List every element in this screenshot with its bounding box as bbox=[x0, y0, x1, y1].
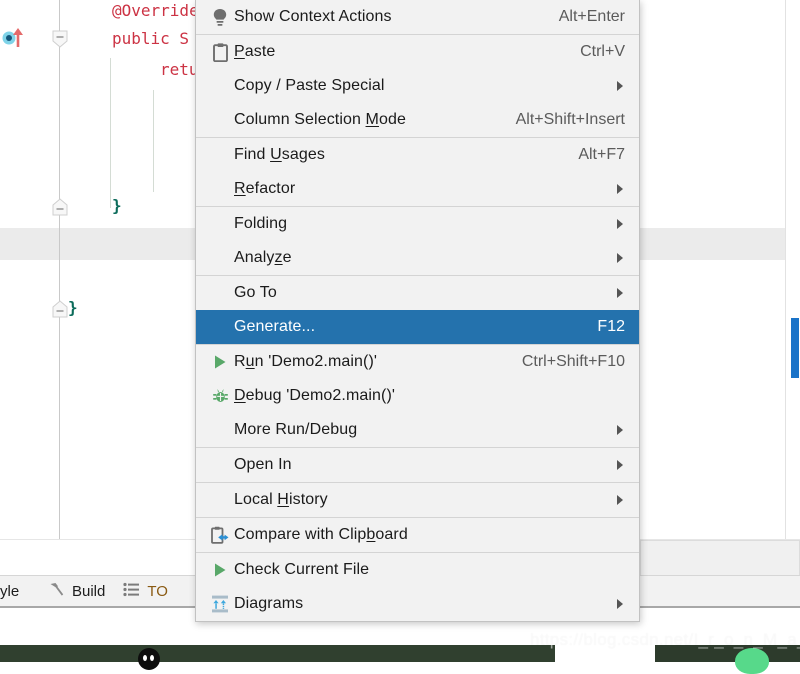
menu-item-run-demo2-main[interactable]: Run 'Demo2.main()' Ctrl+Shift+F10 bbox=[196, 345, 639, 379]
right-panel-strip bbox=[640, 540, 800, 576]
hammer-icon bbox=[48, 581, 65, 602]
menu-item-label: Paste bbox=[234, 43, 276, 60]
indent-guide bbox=[110, 58, 111, 208]
menu-item-analyze[interactable]: Analyze bbox=[196, 241, 639, 275]
tool-window-button-style[interactable]: yle bbox=[0, 576, 39, 606]
menu-item-compare-with-clipboard[interactable]: Compare with Clipboard bbox=[196, 518, 639, 552]
menu-item-paste[interactable]: Paste Ctrl+V bbox=[196, 35, 639, 69]
menu-item-shortcut: Alt+F7 bbox=[578, 146, 625, 163]
menu-item-label: Go To bbox=[234, 284, 277, 301]
menu-item-local-history[interactable]: Local History bbox=[196, 483, 639, 517]
menu-item-shortcut: Alt+Shift+Insert bbox=[515, 111, 625, 128]
code-line: } bbox=[68, 298, 78, 317]
console-output-area[interactable] bbox=[0, 645, 555, 662]
fold-handle-class-end[interactable] bbox=[52, 300, 68, 318]
ide-window: @Override public S retu } } yle Build TO… bbox=[0, 0, 800, 674]
menu-item-label: Folding bbox=[234, 215, 288, 232]
diagrams-icon bbox=[206, 593, 234, 615]
submenu-arrow-icon bbox=[615, 184, 625, 194]
menu-item-label: Diagrams bbox=[234, 595, 304, 612]
menu-item-find-usages[interactable]: Find Usages Alt+F7 bbox=[196, 138, 639, 172]
menu-item-refactor[interactable]: Refactor bbox=[196, 172, 639, 206]
submenu-arrow-icon bbox=[615, 219, 625, 229]
no-icon bbox=[206, 419, 234, 441]
fold-handle-end[interactable] bbox=[52, 198, 68, 216]
lightbulb-icon bbox=[206, 6, 234, 28]
menu-item-shortcut: Ctrl+V bbox=[580, 43, 625, 60]
no-icon bbox=[206, 454, 234, 476]
menu-item-label: Refactor bbox=[234, 180, 296, 197]
submenu-arrow-icon bbox=[615, 288, 625, 298]
menu-item-label: Analyze bbox=[234, 249, 292, 266]
menu-item-label: Local History bbox=[234, 491, 328, 508]
menu-item-column-selection-mode[interactable]: Column Selection Mode Alt+Shift+Insert bbox=[196, 103, 639, 137]
context-menu[interactable]: Show Context Actions Alt+Enter Paste Ctr… bbox=[195, 0, 640, 622]
menu-item-label: Generate... bbox=[234, 318, 316, 335]
menu-item-label: Compare with Clipboard bbox=[234, 526, 408, 543]
menu-item-label: Open In bbox=[234, 456, 292, 473]
run-play-icon bbox=[206, 351, 234, 373]
menu-item-label: Copy / Paste Special bbox=[234, 77, 385, 94]
menu-item-shortcut: F12 bbox=[597, 318, 625, 335]
menu-item-label: Show Context Actions bbox=[234, 8, 392, 25]
menu-item-go-to[interactable]: Go To bbox=[196, 276, 639, 310]
menu-item-label: More Run/Debug bbox=[234, 421, 358, 438]
compare-clipboard-icon bbox=[206, 524, 234, 546]
code-line: public S bbox=[112, 29, 190, 48]
submenu-arrow-icon bbox=[615, 253, 625, 263]
menu-item-open-in[interactable]: Open In bbox=[196, 448, 639, 482]
code-line: retu bbox=[160, 60, 199, 79]
indent-guide bbox=[153, 90, 154, 192]
menu-item-label: Run 'Demo2.main()' bbox=[234, 353, 378, 370]
no-icon bbox=[206, 213, 234, 235]
menu-item-shortcut: Alt+Enter bbox=[558, 8, 625, 25]
console-green-graphic bbox=[735, 648, 769, 674]
tool-window-label: Build bbox=[72, 582, 106, 600]
clipboard-icon bbox=[206, 41, 234, 63]
scrollbar-thumb[interactable] bbox=[791, 318, 799, 378]
submenu-arrow-icon bbox=[615, 599, 625, 609]
no-icon bbox=[206, 75, 234, 97]
menu-item-shortcut: Ctrl+Shift+F10 bbox=[521, 353, 625, 370]
menu-item-label: Check Current File bbox=[234, 561, 370, 578]
no-icon bbox=[206, 109, 234, 131]
menu-item-diagrams[interactable]: Diagrams bbox=[196, 587, 639, 621]
menu-item-debug-demo2-main[interactable]: Debug 'Demo2.main()' bbox=[196, 379, 639, 413]
menu-item-check-current-file[interactable]: Check Current File bbox=[196, 553, 639, 587]
fold-guide-line bbox=[59, 0, 60, 540]
submenu-arrow-icon bbox=[615, 460, 625, 470]
menu-item-more-run-debug[interactable]: More Run/Debug bbox=[196, 413, 639, 447]
submenu-arrow-icon bbox=[615, 495, 625, 505]
console-avatar-icon bbox=[138, 648, 160, 670]
no-icon bbox=[206, 316, 234, 338]
console-output-area-right[interactable] bbox=[655, 645, 800, 662]
no-icon bbox=[206, 247, 234, 269]
menu-item-label: Column Selection Mode bbox=[234, 111, 406, 128]
menu-item-label: Debug 'Demo2.main()' bbox=[234, 387, 396, 404]
menu-item-generate[interactable]: Generate... F12 bbox=[196, 310, 639, 344]
menu-item-label: Find Usages bbox=[234, 146, 325, 163]
menu-item-folding[interactable]: Folding bbox=[196, 207, 639, 241]
menu-item-copy-paste-special[interactable]: Copy / Paste Special bbox=[196, 69, 639, 103]
debug-bug-icon bbox=[206, 385, 234, 407]
no-icon bbox=[206, 489, 234, 511]
tool-window-button-build[interactable]: Build bbox=[39, 576, 114, 606]
editor-scrollbar[interactable] bbox=[785, 0, 800, 540]
no-icon bbox=[206, 178, 234, 200]
tool-window-label: TO bbox=[147, 582, 168, 600]
run-play-icon bbox=[206, 559, 234, 581]
submenu-arrow-icon bbox=[615, 425, 625, 435]
menu-item-show-context-actions[interactable]: Show Context Actions Alt+Enter bbox=[196, 0, 639, 34]
submenu-arrow-icon bbox=[615, 81, 625, 91]
no-icon bbox=[206, 144, 234, 166]
code-line: } bbox=[112, 196, 122, 215]
override-implementation-marker[interactable] bbox=[2, 26, 28, 48]
fold-handle-collapse[interactable] bbox=[52, 30, 68, 48]
tool-window-label: yle bbox=[0, 582, 20, 600]
no-icon bbox=[206, 282, 234, 304]
code-line: @Override bbox=[112, 1, 199, 20]
tool-window-button-todo[interactable]: TO bbox=[114, 576, 177, 606]
list-icon bbox=[123, 582, 140, 601]
